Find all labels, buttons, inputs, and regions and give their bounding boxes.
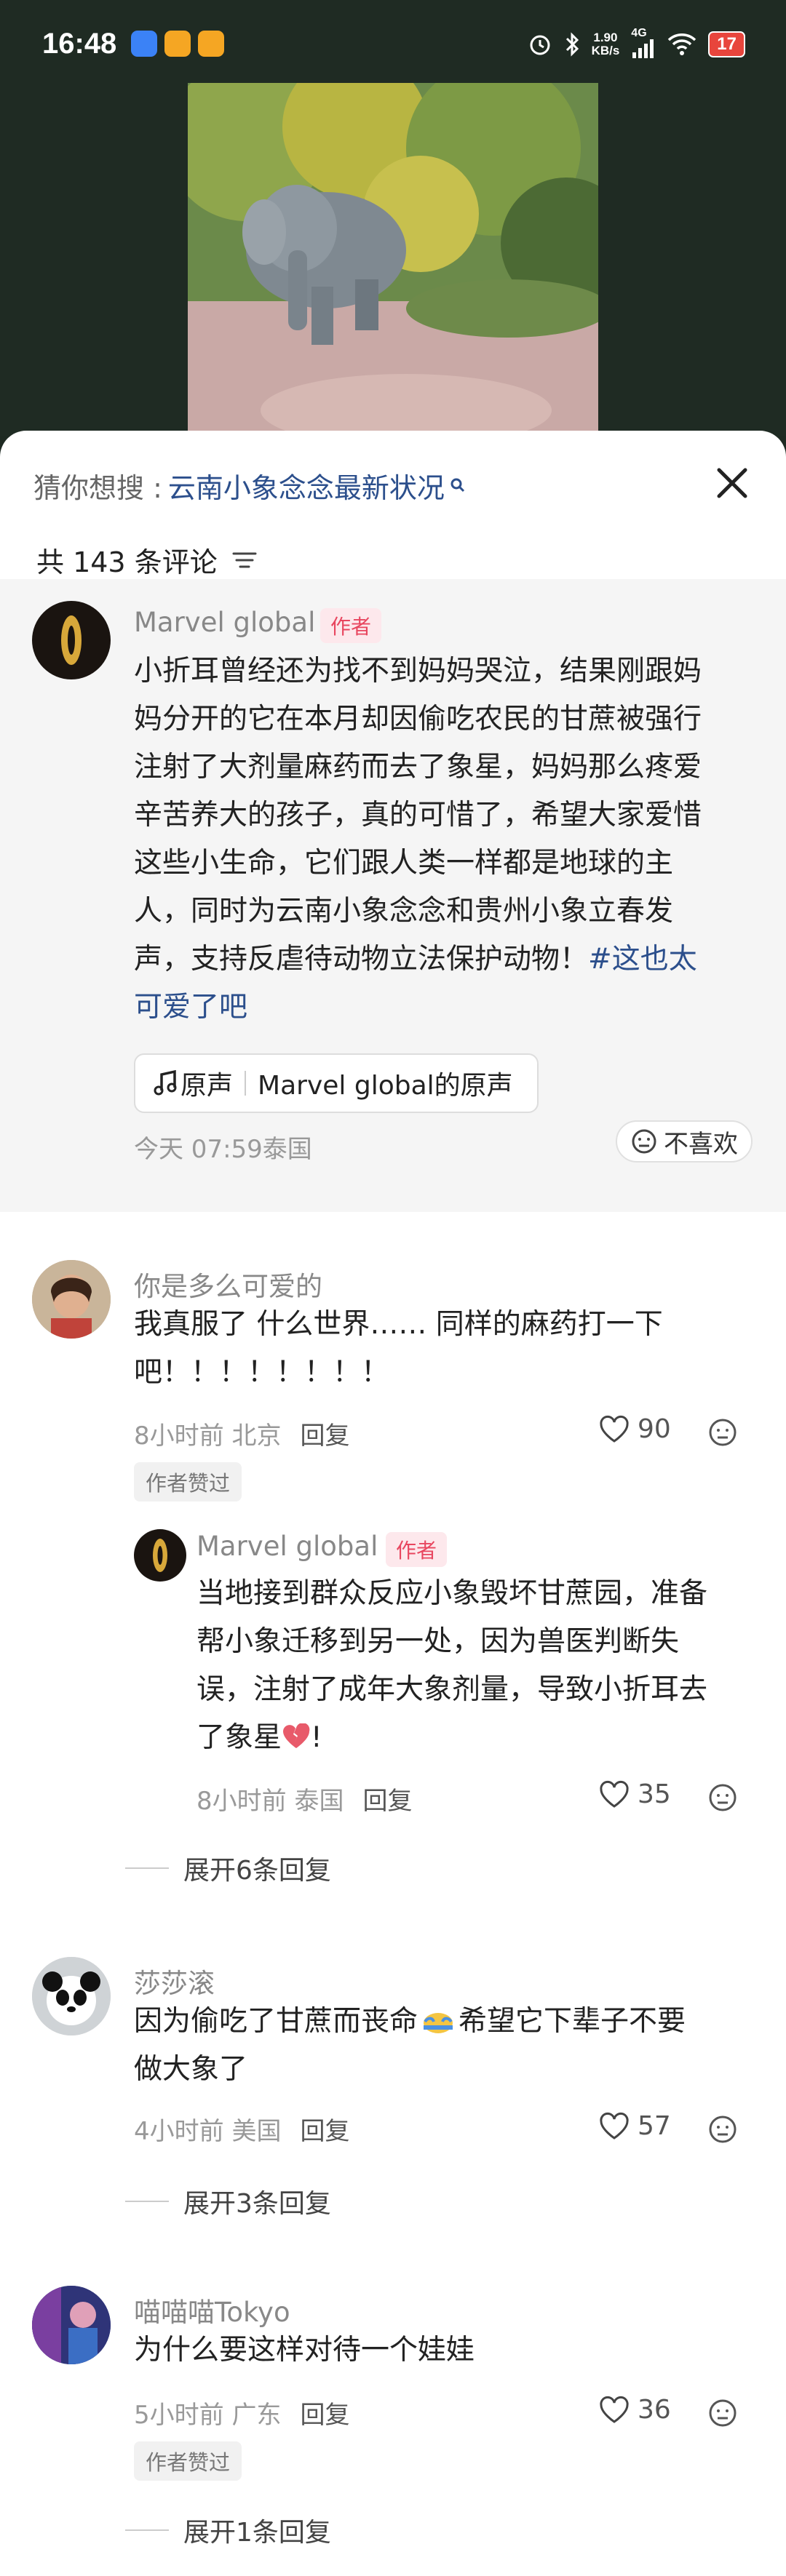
app-notification-icon	[131, 31, 157, 57]
user-avatar[interactable]	[32, 1957, 111, 2035]
reply-meta: 8小时前 泰国 回复	[196, 1787, 413, 1816]
search-icon	[450, 478, 464, 493]
reply-button[interactable]: 回复	[300, 2401, 349, 2430]
comment-count: 共 143 条评论	[36, 546, 218, 578]
expand-replies-button[interactable]: 展开1条回复	[125, 2511, 331, 2549]
like-count: 35	[638, 1779, 671, 1809]
comment-meta: 8小时前 北京 回复	[134, 1421, 350, 1451]
author-avatar[interactable]	[32, 601, 111, 679]
avatar-photo	[32, 1260, 111, 1339]
video-area: 16:48 1.90 KB/s 4G 17	[0, 0, 786, 436]
divider-line	[125, 1867, 169, 1869]
comment-text: 我真服了 什么世界…… 同样的麻药打一下 吧！！！！！！！！	[134, 1308, 663, 1389]
network-type: 4G	[631, 28, 656, 61]
like-button[interactable]: 90	[598, 1414, 671, 1444]
like-button[interactable]: 36	[598, 2395, 671, 2425]
expand-replies-button[interactable]: 展开3条回复	[125, 2182, 331, 2220]
broken-heart-emoji	[283, 1723, 310, 1748]
author-tag: 作者	[320, 608, 382, 643]
comment-username[interactable]: 喵喵喵Tokyo	[134, 2290, 290, 2329]
reply-button[interactable]: 回复	[362, 1787, 412, 1816]
author-post-text: 小折耳曾经还为找不到妈妈哭泣，结果刚跟妈 妈分开的它在本月却因偷吃农民的甘蔗被强…	[134, 655, 702, 1024]
expand-label: 展开1条回复	[183, 2518, 331, 2548]
heart-icon	[600, 2396, 629, 2423]
eye-logo-icon	[153, 1539, 167, 1572]
dislike-button[interactable]: 不喜欢	[616, 1120, 753, 1163]
comment-text: 因为偷吃了甘蔗而丧命 希望它下辈子不要 做大象了	[134, 2005, 686, 2086]
author-avatar[interactable]	[134, 1529, 186, 1582]
like-count: 36	[638, 2395, 671, 2425]
reply-button[interactable]: 回复	[300, 1421, 349, 1451]
wifi-icon	[668, 33, 696, 55]
author-username[interactable]: Marvel global	[134, 607, 315, 638]
crying-emoji	[424, 2013, 453, 2033]
user-avatar[interactable]	[32, 2286, 111, 2364]
suggested-search-query[interactable]: 云南小象念念最新状况	[168, 466, 445, 506]
dislike-face-icon[interactable]	[707, 2114, 738, 2145]
network-speed: 1.90 KB/s	[591, 31, 620, 57]
suggested-search-label: 猜你想搜 :	[33, 471, 162, 504]
bluetooth-icon	[565, 32, 579, 57]
panda-avatar	[32, 1957, 111, 2035]
battery-level: 17	[708, 31, 745, 57]
hashtag-link[interactable]: #这也太	[588, 943, 697, 976]
dislike-label: 不喜欢	[664, 1129, 738, 1159]
weibo-icon	[198, 31, 224, 57]
elephant-image	[188, 83, 598, 436]
status-bar: 16:48 1.90 KB/s 4G 17	[0, 0, 786, 87]
neutral-face-icon	[632, 1129, 656, 1154]
like-count: 57	[638, 2111, 671, 2141]
reply-button[interactable]: 回复	[300, 2117, 349, 2146]
expand-label: 展开6条回复	[183, 1856, 331, 1886]
expand-replies-button[interactable]: 展开6条回复	[125, 1849, 331, 1887]
comment-text: 为什么要这样对待一个娃娃	[134, 2334, 475, 2366]
heart-icon	[600, 1415, 629, 1443]
author-post: Marvel global 作者 小折耳曾经还为找不到妈妈哭泣，结果刚跟妈 妈分…	[0, 579, 786, 1212]
like-button[interactable]: 57	[598, 2111, 671, 2141]
comment-meta: 5小时前 广东 回复	[134, 2401, 350, 2430]
avatar-photo	[32, 2286, 111, 2364]
author-liked-badge: 作者赞过	[134, 1462, 242, 1502]
user-avatar[interactable]	[32, 1260, 111, 1339]
suggested-search[interactable]: 猜你想搜 : 云南小象念念最新状况	[33, 460, 754, 511]
music-note-icon	[154, 1069, 177, 1096]
dislike-face-icon[interactable]	[707, 2398, 738, 2428]
dislike-face-icon[interactable]	[707, 1417, 738, 1448]
like-count: 90	[638, 1414, 671, 1444]
video-thumbnail[interactable]	[188, 83, 598, 436]
heart-icon	[600, 1780, 629, 1808]
alarm-icon	[530, 35, 550, 55]
comments-header: 共 143 条评论	[36, 540, 258, 580]
original-sound-button[interactable]: 原声 Marvel global的原声	[134, 1053, 539, 1113]
status-time: 16:48	[42, 28, 117, 60]
author-tag: 作者	[386, 1532, 448, 1567]
like-button[interactable]: 35	[598, 1779, 671, 1809]
reply-username[interactable]: Marvel global	[196, 1531, 378, 1562]
expand-label: 展开3条回复	[183, 2189, 331, 2219]
hashtag-link-cont[interactable]: 可爱了吧	[134, 991, 247, 1024]
sound-label: 原声	[180, 1071, 234, 1101]
author-post-meta: 今天 07:59泰国	[134, 1135, 312, 1164]
app-notification-icon	[164, 31, 191, 57]
heart-icon	[600, 2112, 629, 2140]
status-right: 1.90 KB/s 4G 17	[528, 28, 745, 61]
signal-icon	[632, 39, 654, 58]
author-liked-badge: 作者赞过	[134, 2441, 242, 2481]
notification-icons	[131, 31, 224, 57]
comment-meta: 4小时前 美国 回复	[134, 2117, 350, 2146]
reply-text: 当地接到群众反应小象毁坏甘蔗园，准备 帮小象迁移到另一处，因为兽医判断失 误，注…	[196, 1577, 708, 1754]
comment-username[interactable]: 莎莎滚	[134, 1961, 215, 2001]
close-icon[interactable]	[713, 464, 751, 502]
sound-source: Marvel global的原声	[258, 1071, 513, 1101]
comment-sheet: 猜你想搜 : 云南小象念念最新状况 共 143 条评论 Marvel globa…	[0, 431, 786, 2576]
sort-filter-icon[interactable]	[231, 549, 258, 571]
divider-line	[125, 2201, 169, 2202]
divider-line	[125, 2529, 169, 2531]
comment-username[interactable]: 你是多么可爱的	[134, 1264, 322, 1304]
eye-logo-icon	[61, 615, 82, 665]
dislike-face-icon[interactable]	[707, 1782, 738, 1813]
divider	[245, 1071, 247, 1096]
